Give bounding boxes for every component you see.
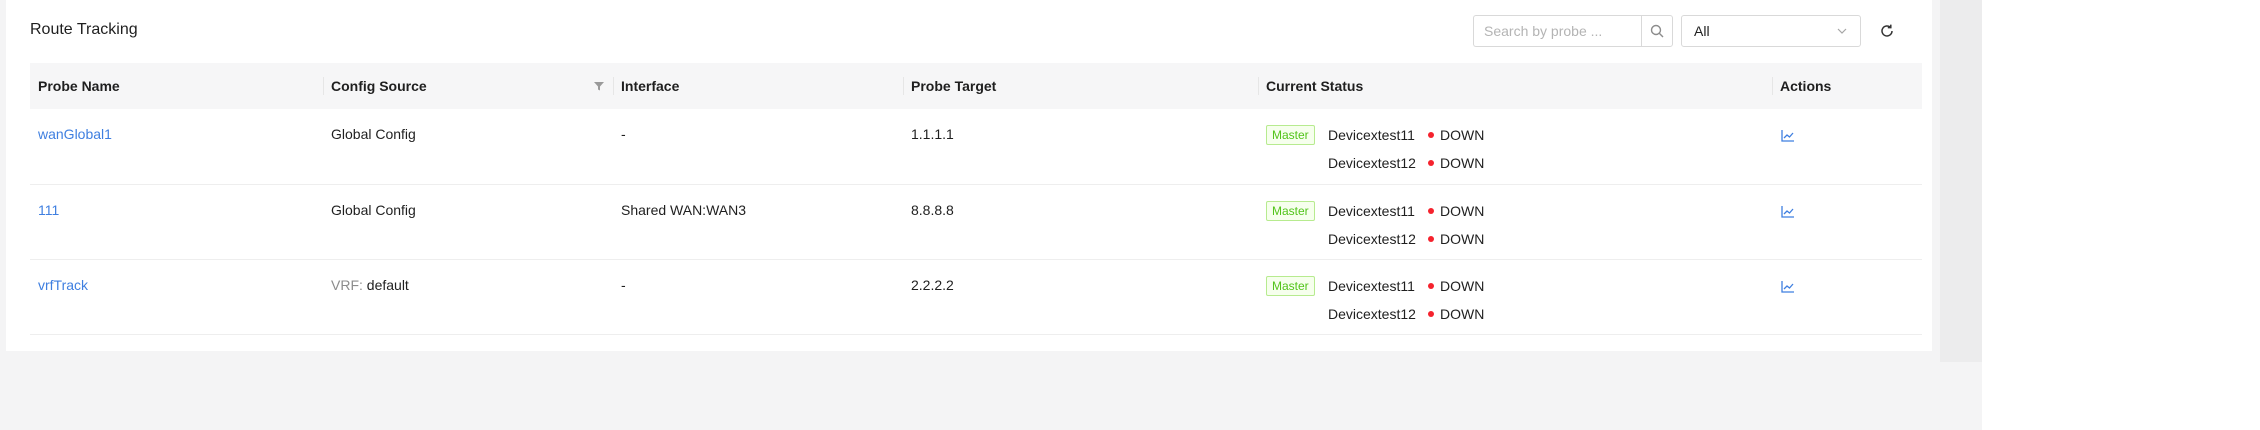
interface-cell: Shared WAN:WAN3 xyxy=(613,184,903,260)
probe-name-link[interactable]: 111 xyxy=(38,202,59,218)
device-name: Devicextest12 xyxy=(1328,155,1416,171)
status-dot xyxy=(1428,132,1434,138)
status-dot xyxy=(1428,235,1434,242)
status-text: DOWN xyxy=(1440,127,1485,143)
view-chart-button[interactable] xyxy=(1780,128,1796,144)
status-line: Master Devicextest11 DOWN xyxy=(1266,125,1764,145)
actions-cell xyxy=(1772,184,1922,260)
status-text: DOWN xyxy=(1440,155,1485,171)
status-line: Devicextest12 DOWN xyxy=(1266,229,1764,249)
column-header-actions: Actions xyxy=(1772,63,1922,109)
current-status-cell: Master Devicextest11 DOWN Devicextest12 … xyxy=(1258,259,1772,335)
status-line: Master Devicextest11 DOWN xyxy=(1266,200,1764,221)
probe-name-cell: vrfTrack xyxy=(30,259,323,335)
probe-name-cell: wanGlobal1 xyxy=(30,109,323,185)
config-source-cell: VRF: default xyxy=(323,259,613,335)
probe-name-link[interactable]: wanGlobal1 xyxy=(38,126,112,142)
table-header-row: Probe Name Config Source Interface Probe… xyxy=(30,63,1922,109)
probe-target-cell: 8.8.8.8 xyxy=(903,184,1258,260)
probe-target-cell: 1.1.1.1 xyxy=(903,109,1258,185)
current-status-cell: Master Devicextest11 DOWN Devicextest12 … xyxy=(1258,109,1772,185)
device-name: Devicextest11 xyxy=(1328,277,1415,294)
page-title: Route Tracking xyxy=(30,21,138,38)
table-row: 111 Global Config Shared WAN:WAN3 8.8.8.… xyxy=(30,184,1922,260)
status-dot xyxy=(1428,310,1434,317)
device-name: Devicextest11 xyxy=(1328,202,1415,219)
config-source-cell: Global Config xyxy=(323,184,613,260)
status-dot xyxy=(1428,160,1434,166)
interface-cell: - xyxy=(613,109,903,185)
config-source-value: default xyxy=(366,276,409,293)
device-name: Devicextest12 xyxy=(1328,305,1416,322)
route-tracking-table: Probe Name Config Source Interface Probe… xyxy=(30,63,1922,335)
config-source-value: Global Config xyxy=(331,201,416,218)
status-dot xyxy=(1428,282,1434,289)
column-header-interface: Interface xyxy=(613,63,903,109)
search-icon xyxy=(1650,24,1664,38)
route-tracking-panel: Route Tracking All Probe Name Config Sou… xyxy=(6,0,1932,351)
probe-name-cell: 111 xyxy=(30,184,323,260)
column-header-current-status: Current Status xyxy=(1258,63,1772,109)
refresh-icon xyxy=(1881,24,1893,37)
device-name: Devicextest11 xyxy=(1328,127,1415,143)
probe-target-cell: 2.2.2.2 xyxy=(903,259,1258,335)
master-badge: Master xyxy=(1266,275,1315,296)
filter-icon[interactable] xyxy=(593,80,605,92)
status-filter-value: All xyxy=(1694,23,1710,39)
status-text: DOWN xyxy=(1440,202,1485,219)
interface-cell: - xyxy=(613,259,903,335)
content-edge xyxy=(1940,0,1982,362)
search-input[interactable] xyxy=(1473,15,1641,47)
view-chart-button[interactable] xyxy=(1780,279,1796,295)
config-source-value: Global Config xyxy=(331,126,416,142)
actions-cell xyxy=(1772,259,1922,335)
actions-cell xyxy=(1772,109,1922,185)
table-row: vrfTrack VRF: default - 2.2.2.2 Master D… xyxy=(30,259,1922,335)
status-text: DOWN xyxy=(1440,277,1485,294)
master-badge: Master xyxy=(1266,125,1315,145)
table-row: wanGlobal1 Global Config - 1.1.1.1 Maste… xyxy=(30,109,1922,185)
status-line: Devicextest12 DOWN xyxy=(1266,304,1764,324)
probe-name-link[interactable]: vrfTrack xyxy=(38,277,88,293)
current-status-cell: Master Devicextest11 DOWN Devicextest12 … xyxy=(1258,184,1772,260)
line-chart-icon xyxy=(1781,280,1794,293)
master-badge: Master xyxy=(1266,200,1315,221)
refresh-button[interactable] xyxy=(1876,20,1898,42)
column-header-probe-target: Probe Target xyxy=(903,63,1258,109)
chevron-down-icon xyxy=(1837,28,1847,34)
status-dot xyxy=(1428,207,1434,214)
view-chart-button[interactable] xyxy=(1780,204,1796,220)
line-chart-icon xyxy=(1781,205,1794,218)
column-header-config-source-label: Config Source xyxy=(331,78,427,94)
status-filter-select[interactable]: All xyxy=(1681,15,1861,47)
status-text: DOWN xyxy=(1440,230,1485,247)
device-name: Devicextest12 xyxy=(1328,230,1416,247)
status-line: Master Devicextest11 DOWN xyxy=(1266,275,1764,296)
status-line: Devicextest12 DOWN xyxy=(1266,153,1764,173)
column-header-config-source[interactable]: Config Source xyxy=(323,63,613,109)
status-text: DOWN xyxy=(1440,305,1485,322)
config-source-cell: Global Config xyxy=(323,109,613,185)
column-header-probe-name[interactable]: Probe Name xyxy=(30,63,323,109)
search-bar xyxy=(1473,15,1673,47)
line-chart-icon xyxy=(1781,130,1794,142)
search-button[interactable] xyxy=(1641,15,1673,47)
config-source-prefix: VRF: xyxy=(331,276,363,293)
